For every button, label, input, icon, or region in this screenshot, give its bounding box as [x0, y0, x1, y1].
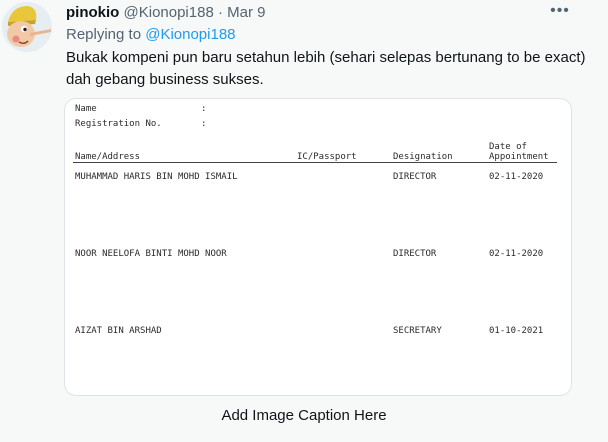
more-options-icon[interactable]: ••• [548, 2, 572, 22]
doc-row-name: NOOR NEELOFA BINTI MOHD NOOR [75, 249, 227, 259]
doc-row-designation: DIRECTOR [393, 249, 437, 259]
doc-row-name: MUHAMMAD HARIS BIN MOHD ISMAIL [75, 172, 238, 182]
doc-header-designation: Designation [393, 152, 453, 162]
pinocchio-avatar-icon [2, 2, 52, 52]
doc-row-designation: SECRETARY [393, 326, 442, 336]
doc-name-label: Name [75, 104, 97, 114]
avatar[interactable] [2, 2, 52, 52]
replying-to-mention[interactable]: @Kionopi188 [145, 26, 235, 43]
doc-colon: : [201, 119, 207, 129]
author-name[interactable]: pinokio [66, 4, 119, 21]
doc-colon: : [201, 104, 207, 114]
doc-header-name: Name/Address [75, 152, 141, 162]
tweet-date[interactable]: Mar 9 [227, 4, 265, 21]
doc-row-name: AIZAT BIN ARSHAD [75, 326, 162, 336]
doc-row-date: 02-11-2020 [489, 249, 544, 259]
attached-image[interactable]: Name : Registration No. : Name/Address I… [64, 98, 572, 396]
doc-header-date-line2: Appointment [489, 152, 549, 162]
separator-dot: · [217, 4, 223, 21]
doc-row-date: 01-10-2021 [489, 326, 544, 336]
doc-header-date-line1: Date of [489, 142, 527, 152]
doc-header-rule [73, 162, 557, 163]
tweet: pinokio @Kionopi188 · Mar 9 ••• Replying… [0, 0, 608, 442]
replying-to: Replying to @Kionopi188 [66, 25, 236, 45]
image-caption: Add Image Caption Here [221, 407, 387, 424]
doc-header-ic: IC/Passport [297, 152, 357, 162]
replying-prefix: Replying to [66, 26, 146, 43]
document-screenshot: Name : Registration No. : Name/Address I… [65, 99, 571, 395]
doc-registration-label: Registration No. [75, 119, 162, 129]
tweet-header: pinokio @Kionopi188 · Mar 9 [66, 3, 265, 23]
author-handle[interactable]: @Kionopi188 [124, 4, 214, 21]
doc-row-date: 02-11-2020 [489, 172, 544, 182]
tweet-text: Bukak kompeni pun baru setahun lebih (se… [66, 49, 586, 88]
doc-row-designation: DIRECTOR [393, 172, 437, 182]
